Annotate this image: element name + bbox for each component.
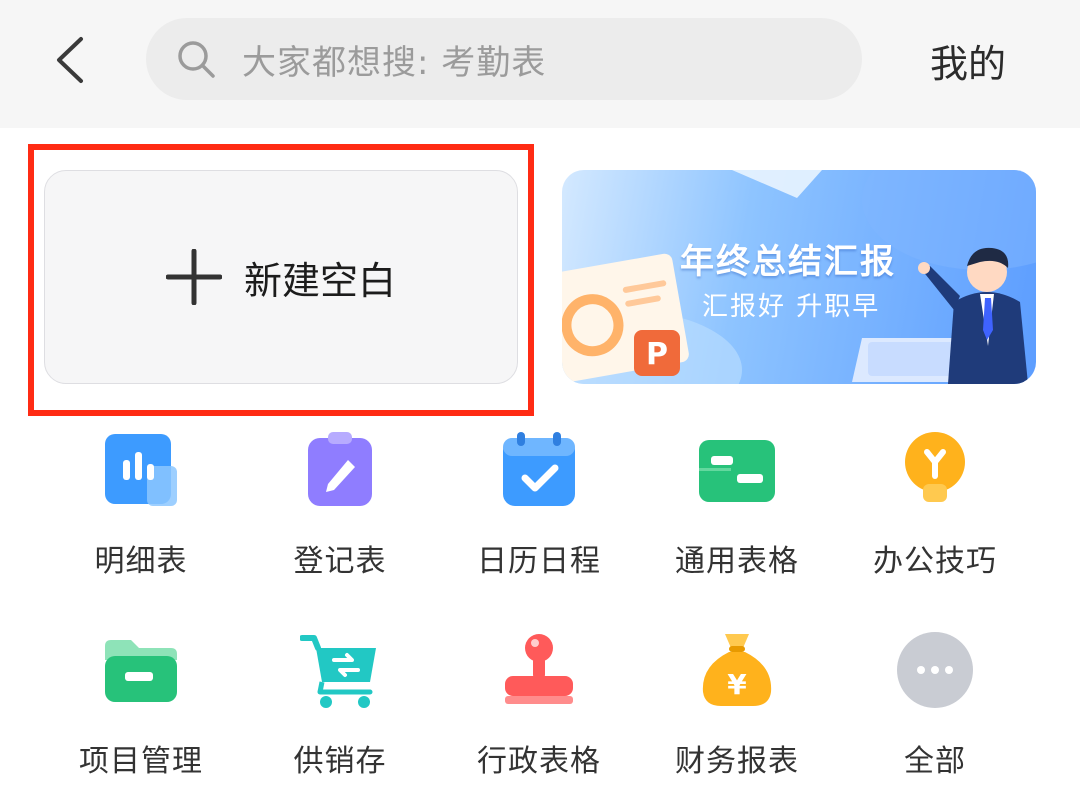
lightbulb-icon (895, 430, 975, 510)
plus-icon (165, 249, 222, 305)
search-placeholder: 大家都想搜: 考勤表 (242, 42, 547, 83)
category-label: 日历日程 (477, 544, 601, 579)
top-bar: 大家都想搜: 考勤表 我的 (0, 0, 1080, 128)
category-label: 全部 (904, 744, 966, 779)
category-project-management[interactable]: 项目管理 (42, 620, 240, 790)
category-register-form[interactable]: 登记表 (241, 420, 439, 590)
category-label: 财务报表 (675, 744, 799, 779)
new-blank-button[interactable]: 新建空白 (44, 170, 518, 384)
back-arrow-icon (57, 37, 83, 83)
category-label: 通用表格 (675, 544, 799, 579)
presentation-badge-icon: P (646, 337, 668, 372)
clipboard-pencil-icon (300, 430, 380, 510)
category-label: 办公技巧 (873, 544, 997, 579)
bar-chart-icon (101, 430, 181, 510)
search-icon (178, 41, 215, 78)
category-label: 明细表 (94, 544, 188, 579)
category-label: 登记表 (293, 544, 387, 579)
promo-banner[interactable]: P 年终总结汇报 汇报好 升职早 (562, 170, 1036, 384)
folder-icon (101, 630, 181, 710)
banner-title: 年终总结汇报 (680, 242, 896, 282)
banner-subtitle: 汇报好 升职早 (702, 292, 881, 322)
calendar-check-icon (499, 430, 579, 510)
category-detail-table[interactable]: 明细表 (42, 420, 240, 590)
category-office-tips[interactable]: 办公技巧 (836, 420, 1034, 590)
category-label: 供销存 (293, 744, 387, 779)
category-calendar[interactable]: 日历日程 (440, 420, 638, 590)
category-supply-sales-inventory[interactable]: 供销存 (241, 620, 439, 790)
category-label: 行政表格 (477, 744, 601, 779)
more-icon (895, 630, 975, 710)
category-label: 项目管理 (79, 744, 203, 779)
search-input[interactable]: 大家都想搜: 考勤表 (146, 18, 862, 100)
back-button[interactable] (40, 28, 100, 92)
category-financial-statements[interactable]: ¥ 财务报表 (638, 620, 836, 790)
shopping-cart-icon (300, 630, 380, 710)
category-grid: 明细表 登记表 日历日程 通用表格 办公技巧 项目管理 供销存 行政表格 ¥ 财… (0, 420, 1080, 810)
money-bag-icon: ¥ (697, 630, 777, 710)
mine-button[interactable]: 我的 (908, 32, 1028, 88)
svg-text:¥: ¥ (727, 668, 747, 701)
table-card-icon (697, 430, 777, 510)
category-general-table[interactable]: 通用表格 (638, 420, 836, 590)
new-blank-label: 新建空白 (243, 258, 396, 303)
category-admin-forms[interactable]: 行政表格 (440, 620, 638, 790)
category-all[interactable]: 全部 (836, 620, 1034, 790)
stamp-icon (499, 630, 579, 710)
